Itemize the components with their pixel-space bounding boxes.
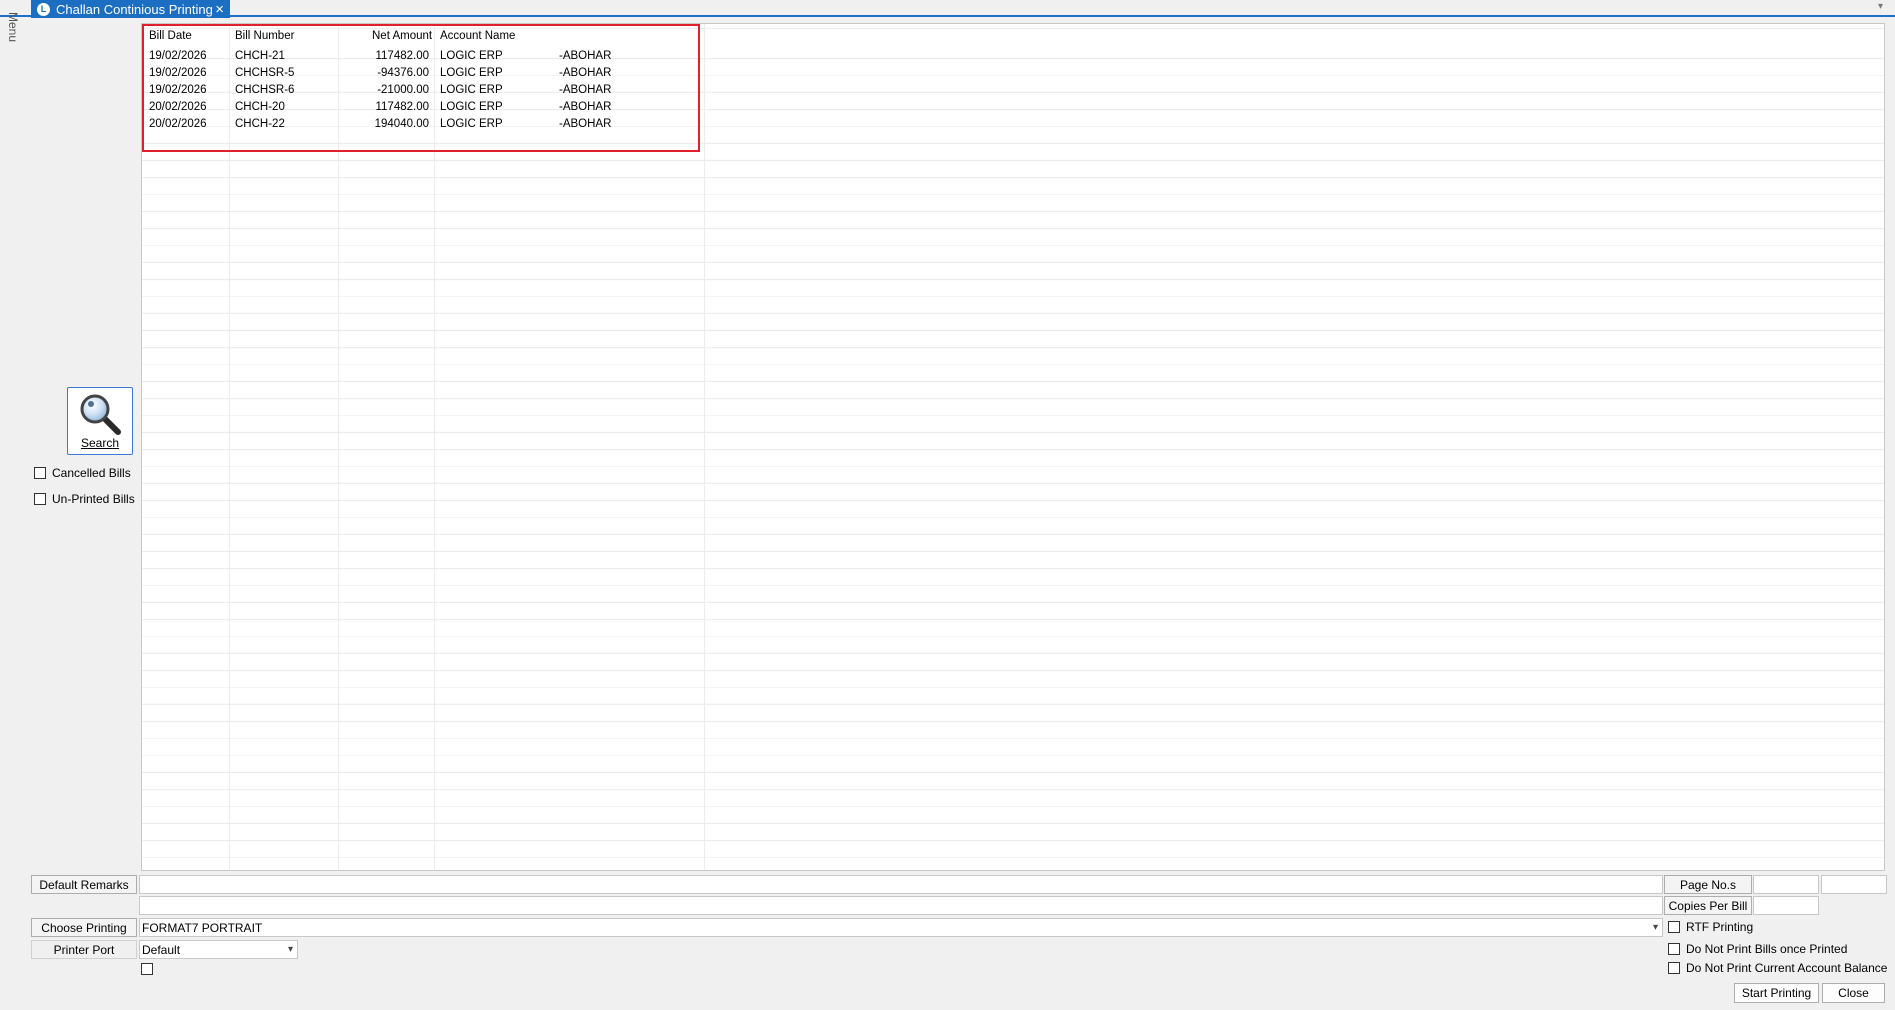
chevron-down-icon[interactable]: ▾: [1653, 922, 1658, 933]
default-remarks-button[interactable]: Default Remarks: [31, 875, 137, 894]
printing-format-value: FORMAT7 PORTRAIT: [142, 920, 263, 935]
cancelled-bills-checkbox[interactable]: [34, 467, 46, 479]
search-button-label: Search: [80, 436, 120, 450]
chevron-down-icon[interactable]: ▾: [288, 944, 293, 955]
close-tab-icon[interactable]: ×: [215, 2, 224, 17]
choose-printing-button[interactable]: Choose Printing: [31, 918, 137, 937]
unprinted-bills-checkbox-row[interactable]: Un-Printed Bills: [34, 492, 135, 506]
printer-port-label: Printer Port: [31, 940, 137, 959]
selection-highlight: [142, 24, 700, 152]
no-reprint-row[interactable]: Do Not Print Bills once Printed: [1668, 942, 1847, 956]
tab-challan-printing[interactable]: L Challan Continious Printing ×: [31, 0, 230, 18]
no-balance-row[interactable]: Do Not Print Current Account Balance: [1668, 961, 1887, 975]
title-bar: [0, 0, 1895, 17]
page-nos-button[interactable]: Page No.s: [1664, 875, 1752, 894]
page-nos-from-input[interactable]: [1753, 875, 1819, 894]
no-reprint-checkbox[interactable]: [1668, 943, 1680, 955]
no-balance-checkbox[interactable]: [1668, 962, 1680, 974]
cancelled-bills-checkbox-row[interactable]: Cancelled Bills: [34, 466, 131, 480]
rtf-printing-row[interactable]: RTF Printing: [1668, 920, 1753, 934]
close-button[interactable]: Close: [1822, 983, 1885, 1003]
remarks-line-2-input[interactable]: [139, 896, 1663, 915]
app-logo-icon: L: [37, 2, 50, 16]
rtf-printing-checkbox[interactable]: [1668, 921, 1680, 933]
no-balance-label: Do Not Print Current Account Balance: [1686, 961, 1888, 975]
grid-col-divider: [704, 24, 705, 870]
copies-per-bill-input[interactable]: [1753, 896, 1819, 915]
default-remarks-input[interactable]: [139, 875, 1663, 894]
copies-per-bill-button[interactable]: Copies Per Bill: [1664, 896, 1752, 915]
no-reprint-label: Do Not Print Bills once Printed: [1686, 942, 1848, 956]
start-printing-button[interactable]: Start Printing: [1734, 983, 1819, 1003]
unprinted-bills-label: Un-Printed Bills: [52, 492, 135, 506]
page-nos-to-input[interactable]: [1821, 875, 1887, 894]
unprinted-bills-checkbox[interactable]: [34, 493, 46, 505]
extra-option-checkbox[interactable]: [141, 963, 153, 975]
magnifier-icon: [80, 394, 121, 435]
printing-format-select[interactable]: FORMAT7 PORTRAIT ▾: [139, 918, 1663, 937]
search-button[interactable]: Search: [67, 387, 133, 455]
chevron-down-icon[interactable]: ▾: [1878, 1, 1883, 12]
printer-port-value: Default: [142, 942, 181, 957]
tab-title: Challan Continious Printing: [56, 1, 213, 17]
rtf-printing-label: RTF Printing: [1686, 920, 1754, 934]
printer-port-select[interactable]: Default ▾: [139, 940, 298, 959]
menu-toggle[interactable]: Menu: [6, 12, 20, 42]
cancelled-bills-label: Cancelled Bills: [52, 466, 131, 480]
